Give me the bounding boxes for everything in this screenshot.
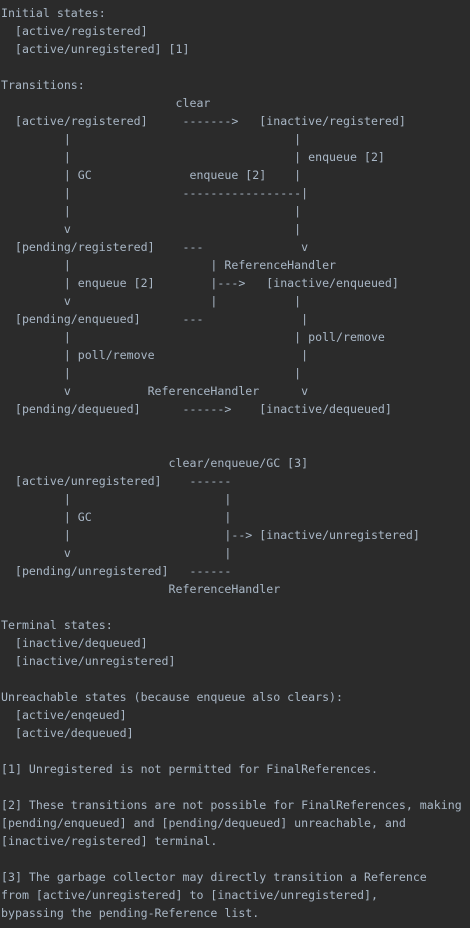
code-line: bypassing the pending-Reference list. xyxy=(1,906,260,920)
code-line: | -----------------| xyxy=(1,186,309,200)
code-line: [1] Unregistered is not permitted for Fi… xyxy=(1,762,378,776)
code-line: Initial states: xyxy=(1,6,106,20)
code-line: | | xyxy=(1,204,302,218)
code-line: v | xyxy=(1,222,302,236)
code-line: [active/registered] -------> [inactive/r… xyxy=(1,114,406,128)
code-line: [pending/enqueued] and [pending/dequeued… xyxy=(1,816,406,830)
code-line: | | xyxy=(1,492,232,506)
code-line: [3] The garbage collector may directly t… xyxy=(1,870,427,884)
code-line: [inactive/dequeued] xyxy=(1,636,148,650)
code-line: [active/unregistered] ------ xyxy=(1,474,232,488)
code-line: ReferenceHandler xyxy=(1,582,281,596)
code-line: [2] These transitions are not possible f… xyxy=(1,798,462,812)
code-line: v | | xyxy=(1,294,302,308)
code-line: [pending/dequeued] ------> [inactive/deq… xyxy=(1,402,392,416)
code-line: [active/unregistered] [1] xyxy=(1,42,190,56)
code-line: from [active/unregistered] to [inactive/… xyxy=(1,888,378,902)
code-line: clear/enqueue/GC [3] xyxy=(1,456,309,470)
code-line: | | xyxy=(1,366,302,380)
code-line: [active/registered] xyxy=(1,24,148,38)
code-line: [pending/registered] --- v xyxy=(1,240,309,254)
code-line: [inactive/unregistered] xyxy=(1,654,176,668)
code-viewer: Initial states: [active/registered] [act… xyxy=(0,0,470,928)
code-line: [pending/unregistered] ------ xyxy=(1,564,232,578)
code-line: | | ReferenceHandler xyxy=(1,258,337,272)
code-line: v | xyxy=(1,546,232,560)
code-line: | poll/remove | xyxy=(1,348,309,362)
code-line: Unreachable states (because enqueue also… xyxy=(1,690,344,704)
code-line: | | xyxy=(1,132,302,146)
code-line: [pending/enqueued] --- | xyxy=(1,312,309,326)
code-line: | GC enqueue [2] | xyxy=(1,168,302,182)
code-line: [active/enqeued] xyxy=(1,708,127,722)
code-line: clear xyxy=(1,96,211,110)
code-line: | |--> [inactive/unregistered] xyxy=(1,528,420,542)
code-line: v ReferenceHandler v xyxy=(1,384,309,398)
code-line: Transitions: xyxy=(1,78,85,92)
code-line: | | poll/remove xyxy=(1,330,385,344)
code-line: | | enqueue [2] xyxy=(1,150,385,164)
code-line: [active/dequeued] xyxy=(1,726,134,740)
code-line: | enqueue [2] |---> [inactive/enqueued] xyxy=(1,276,399,290)
state-diagram-text: Initial states: [active/registered] [act… xyxy=(0,0,470,922)
code-line: [inactive/registered] terminal. xyxy=(1,834,218,848)
code-line: Terminal states: xyxy=(1,618,113,632)
code-line: | GC | xyxy=(1,510,232,524)
